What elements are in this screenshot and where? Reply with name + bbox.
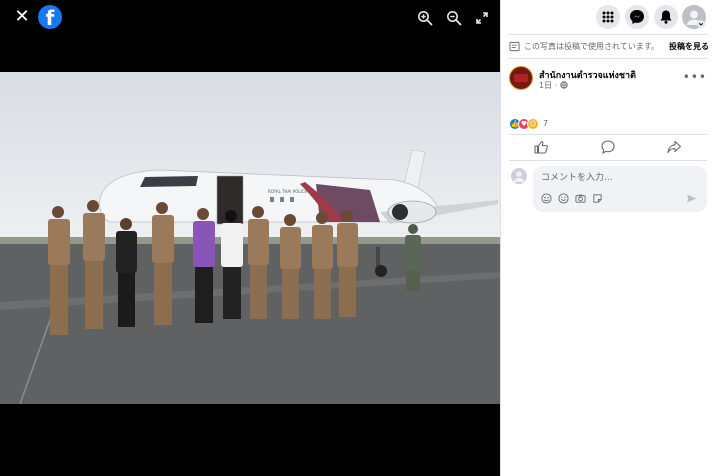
person <box>337 210 358 317</box>
post-sidebar: この写真は投稿で使用されています。 投稿を見る สำนักงานตำรวจแห่… <box>500 0 714 476</box>
post-photo[interactable]: ROYAL THAI POLICE <box>0 72 500 404</box>
facebook-logo-letter: f <box>45 6 55 29</box>
post-icon <box>509 41 520 52</box>
zoom-in-icon[interactable] <box>417 10 433 26</box>
divider <box>509 58 707 59</box>
post-time: 1日 · <box>539 81 560 90</box>
divider <box>509 160 707 161</box>
person <box>48 206 70 335</box>
camera-icon[interactable] <box>575 193 586 204</box>
care-reaction-icon: ☺ <box>527 118 539 130</box>
avatar-sticker-icon[interactable] <box>541 193 552 204</box>
notice-text: この写真は投稿で使用されています。 <box>524 42 659 51</box>
comment-button[interactable] <box>600 139 616 155</box>
divider <box>509 134 707 135</box>
share-icon <box>667 140 682 154</box>
comment-composer <box>509 166 707 214</box>
person <box>152 202 174 325</box>
person <box>83 200 105 329</box>
divider <box>509 34 707 35</box>
person <box>312 212 333 319</box>
messenger-icon[interactable] <box>625 5 649 29</box>
reaction-count: 7 <box>543 119 549 128</box>
comment-icon <box>601 140 615 155</box>
fullscreen-icon[interactable] <box>474 10 490 26</box>
header-actions <box>596 5 706 29</box>
person <box>221 210 243 319</box>
comment-box <box>533 166 707 212</box>
close-icon[interactable]: ✕ <box>12 6 32 28</box>
zoom-out-icon[interactable] <box>446 10 462 26</box>
photo-used-notice: この写真は投稿で使用されています。 投稿を見る <box>509 40 709 54</box>
facebook-logo[interactable]: f <box>38 5 62 29</box>
globe-icon <box>560 81 568 89</box>
person <box>193 208 215 323</box>
photo-viewer: ✕ f ROYAL THAI POLICE <box>0 0 500 476</box>
post-timestamp[interactable]: 1日 · <box>539 80 568 91</box>
viewer-topbar: ✕ f <box>0 0 500 36</box>
user-avatar[interactable] <box>511 168 527 184</box>
view-post-link[interactable]: 投稿を見る <box>669 41 709 52</box>
person <box>248 206 269 319</box>
more-options-icon[interactable]: ••• <box>683 70 707 84</box>
person <box>280 214 301 319</box>
sticker-icon[interactable] <box>592 193 603 204</box>
comment-input[interactable] <box>541 171 699 185</box>
menu-grid-icon[interactable] <box>596 5 620 29</box>
emoji-icon[interactable] <box>558 193 569 204</box>
page-avatar-emblem <box>514 74 528 82</box>
profile-avatar[interactable] <box>682 5 706 29</box>
aircraft-label: ROYAL THAI POLICE <box>268 189 307 194</box>
send-icon[interactable] <box>686 193 697 204</box>
post-actions <box>509 137 707 157</box>
person <box>116 218 137 327</box>
share-button[interactable] <box>666 139 682 155</box>
like-button[interactable] <box>533 139 549 155</box>
notifications-icon[interactable] <box>654 5 678 29</box>
post-header: สำนักงานตำรวจแห่งชาติ 1日 · ••• <box>509 66 709 96</box>
thumbs-up-icon <box>534 140 548 154</box>
page-avatar[interactable] <box>509 66 533 90</box>
